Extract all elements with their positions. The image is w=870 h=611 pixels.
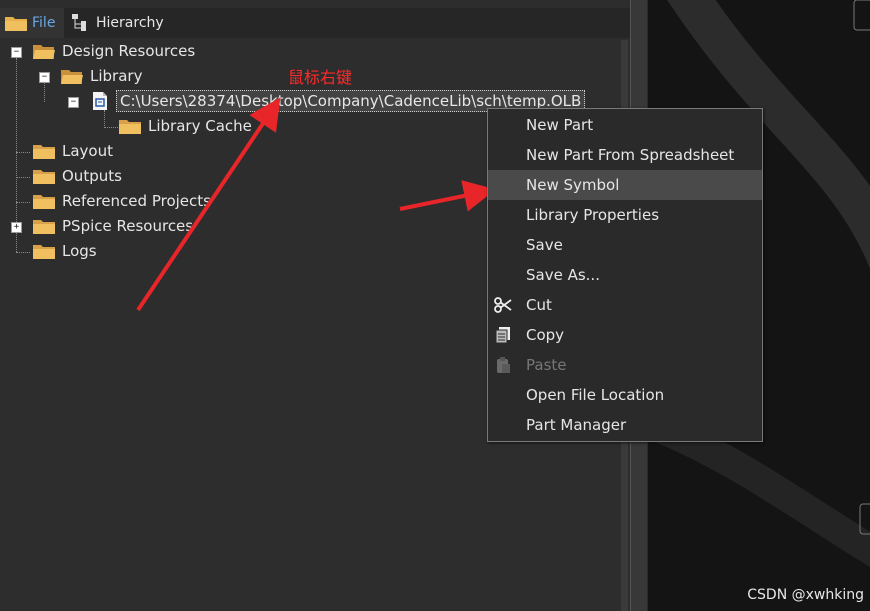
tree-label: Design Resources [62,42,196,60]
tab-file-label: File [32,15,56,31]
menu-item-new-symbol[interactable]: New Symbol [488,170,762,200]
tree-label: Outputs [62,167,122,185]
tab-hierarchy[interactable]: Hierarchy [70,8,164,38]
menu-label: New Part From Spreadsheet [526,146,735,164]
tree-connector [104,110,105,128]
tree-label: Library [90,67,143,85]
folder-icon [33,195,55,209]
collapse-toggle[interactable]: − [68,97,79,108]
watermark: CSDN @xwhking [747,587,864,603]
window-button[interactable] [853,0,870,31]
folder-icon [33,245,55,259]
context-menu: New Part New Part From Spreadsheet New S… [487,108,763,442]
folder-icon [33,145,55,159]
menu-label: Cut [526,296,552,314]
menu-label: Save As... [526,266,600,284]
tree-label: Layout [62,142,113,160]
tree-item-library[interactable]: Library [60,65,142,87]
tree-connector [16,252,30,253]
menu-label: Paste [526,356,567,374]
tree-connector [16,202,30,203]
tree-label: PSpice Resources [62,217,194,235]
folder-open-icon [33,45,55,59]
tree-connector [104,127,118,128]
tree-label: Referenced Projects [62,192,211,210]
collapse-toggle[interactable]: − [39,72,50,83]
menu-item-open-file-location[interactable]: Open File Location [488,380,762,410]
tree-label: Library Cache [148,117,252,135]
menu-label: Part Manager [526,416,627,434]
tree-connector [16,177,30,178]
folder-icon [33,170,55,184]
tree-connector [44,82,45,102]
menu-item-new-part[interactable]: New Part [488,110,762,140]
folder-open-icon [61,70,83,84]
tree-label: Logs [62,242,97,260]
hierarchy-icon [72,14,86,31]
menu-label: Open File Location [526,386,665,404]
paste-icon [497,357,510,373]
copy-icon [495,327,510,344]
tree-item-outputs[interactable]: Outputs [32,165,122,187]
annotation-label: 鼠标右键 [288,68,353,87]
scissors-icon [494,297,512,313]
menu-label: New Symbol [526,176,620,194]
menu-item-paste[interactable]: Paste [488,350,762,380]
menu-item-part-manager[interactable]: Part Manager [488,410,762,440]
tree-item-layout[interactable]: Layout [32,140,113,162]
collapse-toggle[interactable]: − [11,47,22,58]
menu-item-cut[interactable]: Cut [488,290,762,320]
menu-label: New Part [526,116,594,134]
menu-item-save-as[interactable]: Save As... [488,260,762,290]
tree-item-design-resources[interactable]: Design Resources [32,40,195,62]
tab-bar: File Hierarchy [0,8,630,38]
menu-item-copy[interactable]: Copy [488,320,762,350]
expand-toggle[interactable]: + [11,222,22,233]
tree-item-logs[interactable]: Logs [32,240,97,262]
tab-hierarchy-label: Hierarchy [96,15,164,31]
tree-item-referenced-projects[interactable]: Referenced Projects [32,190,211,212]
menu-item-library-properties[interactable]: Library Properties [488,200,762,230]
menu-label: Library Properties [526,206,660,224]
menu-label: Save [526,236,563,254]
library-file-icon [93,92,107,110]
menu-item-new-part-from-spreadsheet[interactable]: New Part From Spreadsheet [488,140,762,170]
folder-icon [119,120,141,134]
folder-icon [33,220,55,234]
tree-item-library-cache[interactable]: Library Cache [118,115,252,137]
tree-item-pspice-resources[interactable]: PSpice Resources [32,215,193,237]
menu-item-save[interactable]: Save [488,230,762,260]
folder-icon [5,17,27,31]
menu-label: Copy [526,326,565,344]
tab-file[interactable]: File [0,8,64,38]
tree-connector [16,152,30,153]
